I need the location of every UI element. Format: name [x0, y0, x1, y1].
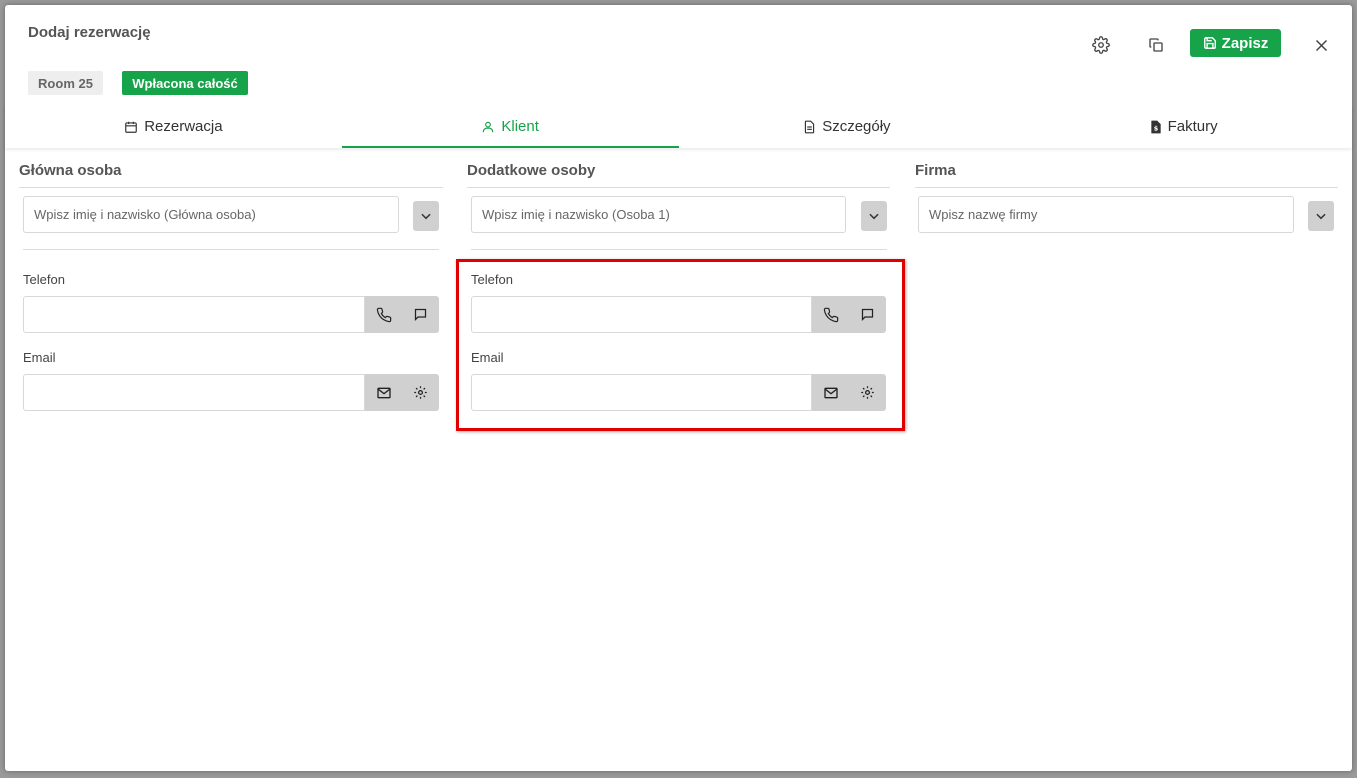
gear-icon [860, 385, 875, 400]
chevron-down-icon [867, 209, 881, 223]
main-person-email-input[interactable] [23, 374, 365, 411]
message-icon [413, 307, 428, 322]
copy-icon[interactable] [1145, 34, 1167, 56]
call-button[interactable] [365, 296, 402, 333]
additional-person-phone-input[interactable] [471, 296, 812, 333]
tab-label: Rezerwacja [144, 118, 223, 135]
additional-person-phone-group [471, 296, 886, 333]
tab-label: Klient [501, 118, 539, 135]
tab-label: Faktury [1167, 118, 1218, 135]
phone-label: Telefon [23, 272, 65, 287]
user-icon [481, 120, 495, 134]
add-reservation-dialog: Dodaj rezerwację Zapisz Room 25 Wpłacona… [5, 5, 1352, 771]
document-icon [803, 120, 816, 134]
chevron-down-icon [1314, 209, 1328, 223]
main-person-name-input[interactable] [23, 196, 399, 233]
phone-icon [823, 307, 839, 323]
additional-person-name-input[interactable] [471, 196, 846, 233]
main-person-title: Główna osoba [19, 160, 443, 188]
company-dropdown-button[interactable] [1308, 201, 1334, 231]
additional-person-email-group [471, 374, 886, 411]
send-email-button[interactable] [812, 374, 849, 411]
main-person-dropdown-button[interactable] [413, 201, 439, 231]
send-email-button[interactable] [365, 374, 402, 411]
invoice-icon: $ [1150, 120, 1162, 134]
email-settings-button[interactable] [402, 374, 439, 411]
mail-icon [823, 385, 839, 401]
calendar-icon [124, 120, 138, 134]
room-badge: Room 25 [28, 71, 103, 95]
dialog-title: Dodaj rezerwację [28, 24, 151, 41]
tab-klient[interactable]: Klient [341, 105, 679, 148]
main-person-phone-input[interactable] [23, 296, 365, 333]
additional-person-dropdown-button[interactable] [861, 201, 887, 231]
gear-icon[interactable] [1090, 34, 1112, 56]
status-badge: Wpłacona całość [122, 71, 248, 95]
additional-person-email-input[interactable] [471, 374, 812, 411]
chevron-down-icon [419, 209, 433, 223]
save-icon [1203, 36, 1217, 50]
save-button-label: Zapisz [1221, 34, 1269, 52]
gear-icon [413, 385, 428, 400]
company-title: Firma [915, 160, 1338, 188]
close-icon[interactable] [1310, 34, 1332, 56]
call-button[interactable] [812, 296, 849, 333]
email-settings-button[interactable] [849, 374, 886, 411]
tab-szczegoly[interactable]: Szczegóły [679, 105, 1016, 148]
main-person-phone-group [23, 296, 439, 333]
sms-button[interactable] [849, 296, 886, 333]
phone-icon [376, 307, 392, 323]
company-name-input[interactable] [918, 196, 1294, 233]
tab-label: Szczegóły [822, 118, 891, 135]
tab-rezerwacja[interactable]: Rezerwacja [5, 105, 342, 148]
main-person-email-group [23, 374, 439, 411]
additional-persons-title: Dodatkowe osoby [467, 160, 890, 188]
mail-icon [376, 385, 392, 401]
phone-label: Telefon [471, 272, 513, 287]
sms-button[interactable] [402, 296, 439, 333]
tab-bar: Rezerwacja Klient Szczegóły $ Faktury [5, 105, 1352, 148]
email-label: Email [471, 350, 504, 365]
email-label: Email [23, 350, 56, 365]
divider [23, 249, 439, 250]
svg-text:$: $ [1153, 124, 1158, 132]
message-icon [860, 307, 875, 322]
tab-faktury[interactable]: $ Faktury [1015, 105, 1352, 148]
divider [471, 249, 887, 250]
save-button[interactable]: Zapisz [1190, 29, 1281, 57]
